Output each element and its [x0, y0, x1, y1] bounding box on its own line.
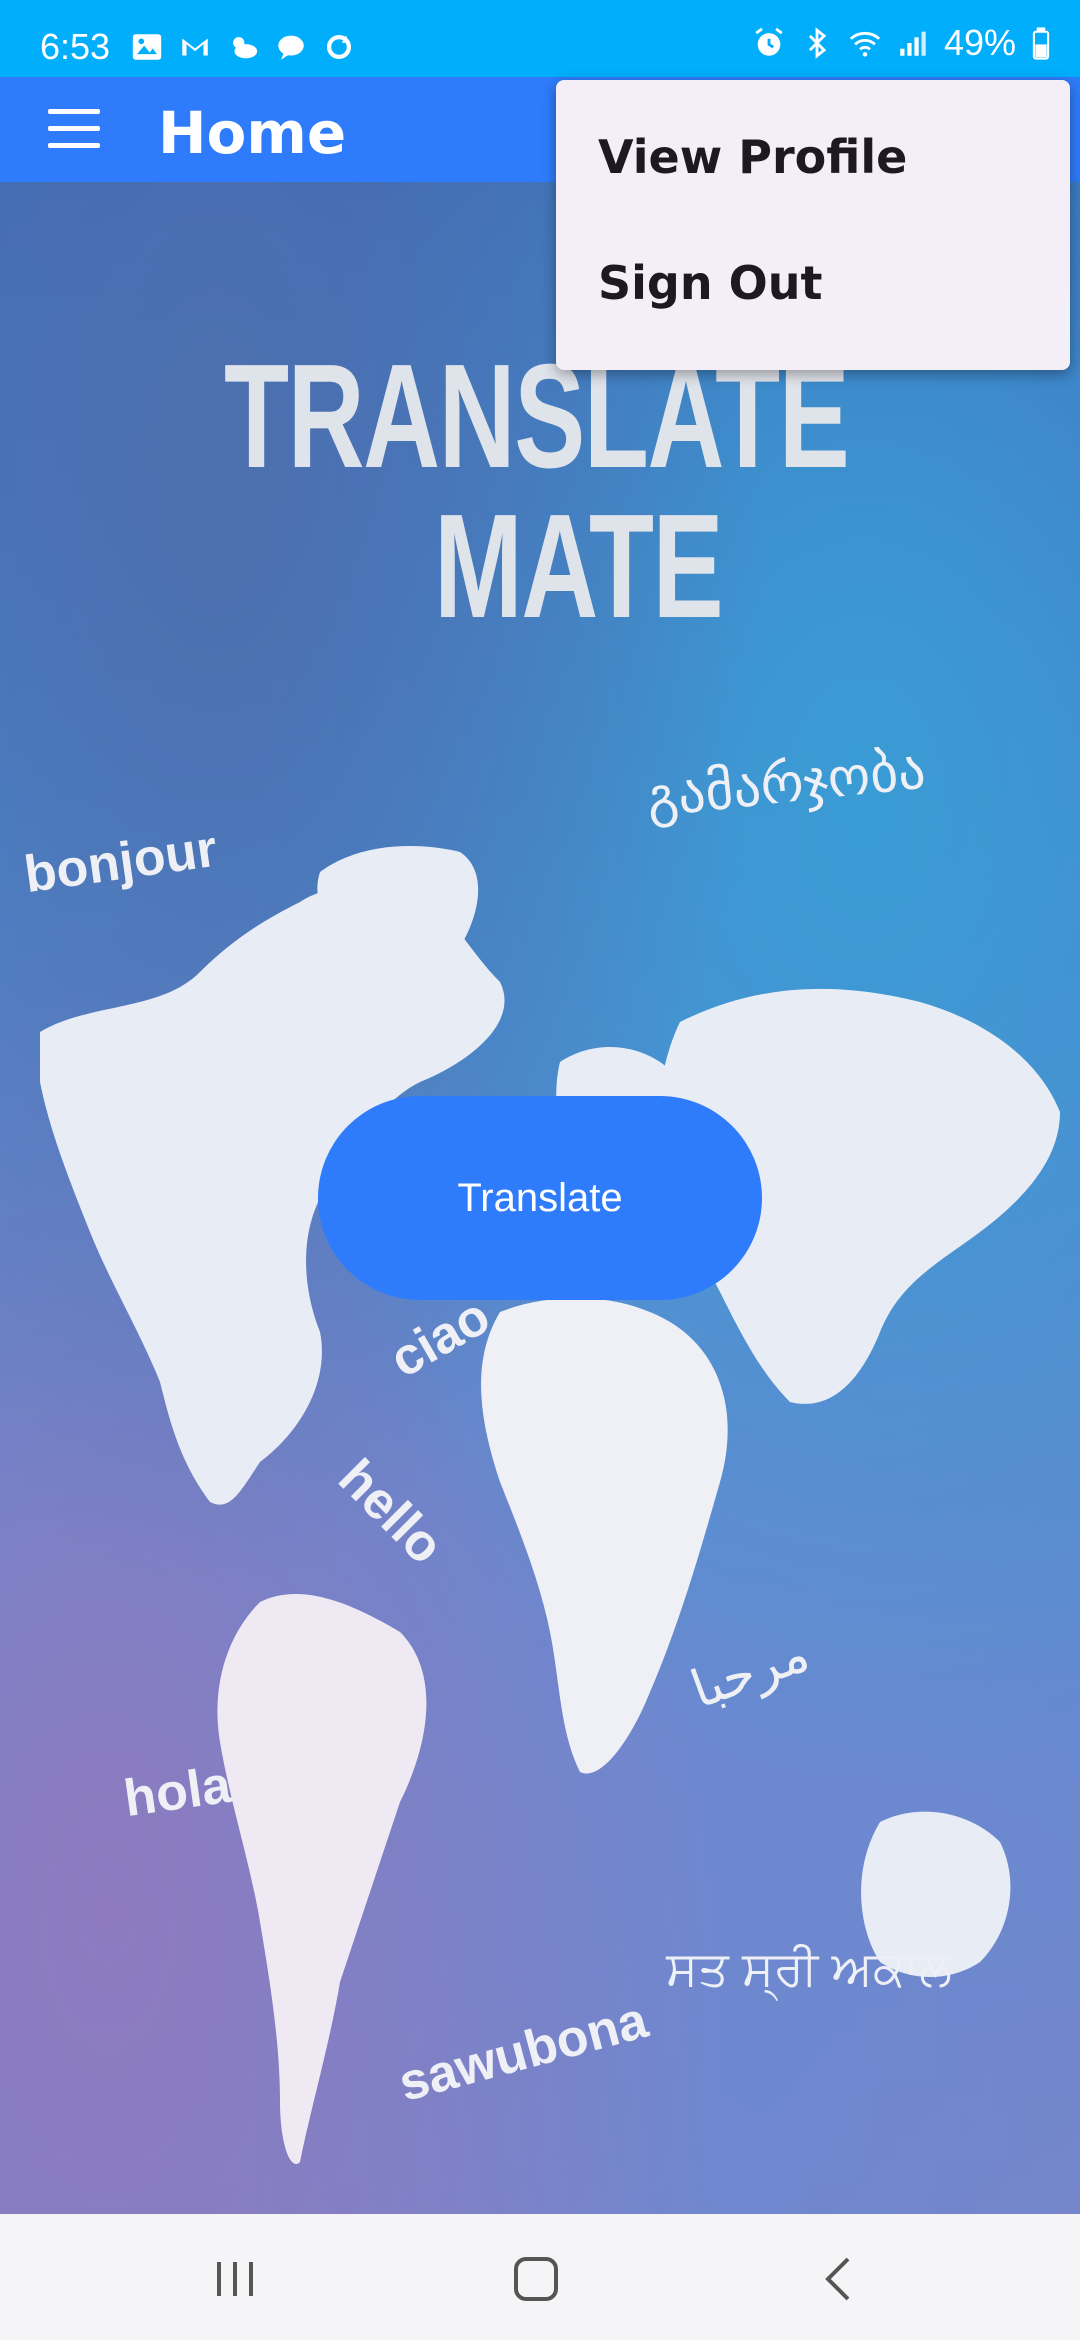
battery-icon — [1032, 27, 1050, 60]
view-profile-menu-item[interactable]: View Profile — [598, 130, 907, 184]
chat-icon — [278, 35, 304, 60]
weather-icon — [233, 37, 258, 59]
signal-icon — [900, 31, 926, 56]
battery-level: 49% — [943, 22, 1016, 63]
notification-icons — [130, 30, 356, 64]
translate-button[interactable]: Translate — [318, 1096, 762, 1300]
gmail-icon — [182, 38, 208, 56]
gallery-icon — [132, 34, 162, 60]
bluetooth-icon — [808, 27, 827, 59]
wifi-icon — [849, 31, 881, 57]
alarm-icon — [755, 27, 783, 56]
home-icon[interactable] — [506, 2254, 566, 2304]
greeting-text: ਸਤ ਸ੍ਰੀ ਅਕਾਲ — [666, 1943, 952, 1996]
page-title: Home — [158, 99, 347, 167]
overflow-menu: View Profile Sign Out — [556, 80, 1070, 370]
system-navigation-bar — [0, 2214, 1080, 2340]
recent-apps-icon[interactable] — [205, 2254, 265, 2304]
system-icons: 49% — [752, 22, 1052, 64]
sign-out-menu-item[interactable]: Sign Out — [598, 256, 822, 310]
logo-line-2: MATE — [434, 484, 724, 649]
hamburger-menu-icon[interactable] — [48, 109, 100, 149]
sync-icon — [326, 34, 352, 60]
status-time: 6:53 — [40, 26, 111, 67]
back-icon[interactable] — [810, 2254, 870, 2304]
status-bar: 6:53 49% — [0, 0, 1080, 77]
